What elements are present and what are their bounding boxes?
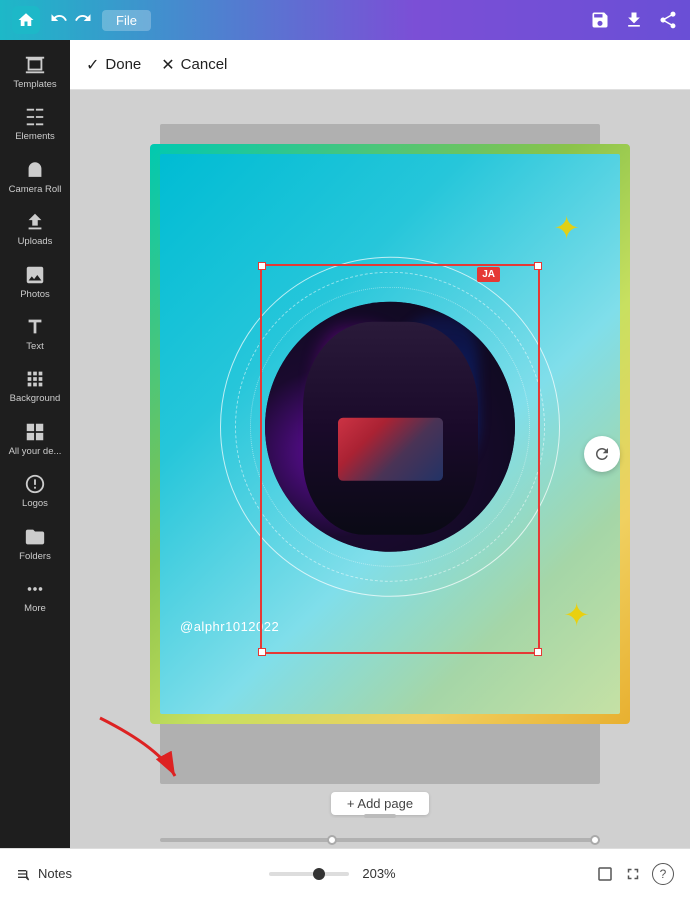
design-inner: ✦ ✦ @alphr1012022	[160, 154, 620, 714]
scroll-thumb-left	[327, 835, 337, 845]
ja-badge: JA	[477, 267, 500, 282]
sidebar-item-all-designs[interactable]: All your de...	[0, 413, 70, 465]
sidebar-item-logos[interactable]: Logos	[0, 465, 70, 517]
sidebar-camera-roll-label: Camera Roll	[9, 184, 62, 195]
canvas-wrapper: ✦ ✦ @alphr1012022 JA + Ad	[70, 90, 690, 818]
save-icon[interactable]	[590, 10, 610, 30]
sidebar-item-text[interactable]: Text	[0, 308, 70, 360]
home-button[interactable]	[12, 6, 40, 34]
sidebar-folders-label: Folders	[19, 551, 51, 562]
sidebar-uploads-label: Uploads	[18, 236, 53, 247]
zoom-slider-wrap	[269, 872, 349, 876]
sidebar-item-photos[interactable]: Photos	[0, 256, 70, 308]
pages-icon[interactable]	[596, 865, 614, 883]
done-button[interactable]: ✓ Done	[86, 55, 141, 75]
sidebar-more-label: More	[24, 603, 46, 614]
file-menu[interactable]: File	[102, 10, 151, 31]
sidebar-item-elements[interactable]: Elements	[0, 98, 70, 150]
x-icon: ✕	[161, 55, 174, 75]
sidebar-item-folders[interactable]: Folders	[0, 518, 70, 570]
check-icon: ✓	[86, 55, 99, 75]
sparkle-top-right: ✦	[553, 209, 580, 247]
sidebar-templates-label: Templates	[13, 79, 56, 90]
username-text: @alphr1012022	[180, 619, 279, 634]
top-bar-left: File	[12, 6, 151, 34]
mask-piece	[338, 417, 443, 481]
design-card[interactable]: ✦ ✦ @alphr1012022	[150, 144, 630, 724]
face-shape	[303, 322, 478, 535]
zoom-slider[interactable]	[269, 872, 349, 876]
undo-button[interactable]	[50, 9, 68, 32]
zoom-slider-thumb[interactable]	[313, 868, 325, 880]
help-button[interactable]: ?	[652, 863, 674, 885]
face-background	[265, 302, 515, 552]
sidebar-elements-label: Elements	[15, 131, 55, 142]
main-canvas-area: ✦ ✦ @alphr1012022 JA + Ad	[70, 40, 690, 848]
sidebar-item-background[interactable]: Background	[0, 360, 70, 412]
fullscreen-icon[interactable]	[624, 865, 642, 883]
canvas-background[interactable]: ✦ ✦ @alphr1012022 JA	[160, 124, 600, 784]
redo-button[interactable]	[74, 9, 92, 32]
sidebar-background-label: Background	[10, 393, 61, 404]
sidebar-logos-label: Logos	[22, 498, 48, 509]
done-label: Done	[105, 56, 141, 73]
top-bar: File	[0, 0, 690, 40]
bottom-bar: Notes 203% ?	[0, 848, 690, 898]
sidebar-text-label: Text	[26, 341, 43, 352]
profile-photo	[265, 302, 515, 552]
cancel-label: Cancel	[181, 56, 228, 73]
download-icon[interactable]	[624, 10, 644, 30]
refresh-button[interactable]	[584, 436, 620, 472]
notes-label: Notes	[38, 866, 72, 881]
zoom-controls: 203%	[269, 866, 399, 881]
sidebar-all-designs-label: All your de...	[9, 446, 62, 457]
circle-rings	[210, 247, 570, 607]
sidebar-item-camera-roll[interactable]: Camera Roll	[0, 151, 70, 203]
drag-handle-bar	[364, 814, 396, 818]
share-icon[interactable]	[658, 10, 678, 30]
sidebar-item-templates[interactable]: Templates	[0, 46, 70, 98]
top-bar-actions	[590, 10, 678, 30]
scroll-thumb-right	[590, 835, 600, 845]
zoom-level: 203%	[359, 866, 399, 881]
undo-redo-group	[50, 9, 92, 32]
sidebar-photos-label: Photos	[20, 289, 50, 300]
sparkle-bottom-right: ✦	[563, 596, 590, 634]
sidebar: Templates Elements Camera Roll Uploads P…	[0, 40, 70, 848]
sidebar-item-more[interactable]: More	[0, 570, 70, 622]
action-bar: ✓ Done ✕ Cancel	[70, 40, 690, 90]
cancel-button[interactable]: ✕ Cancel	[161, 55, 227, 75]
sidebar-item-uploads[interactable]: Uploads	[0, 203, 70, 255]
drag-handle[interactable]	[364, 814, 396, 818]
add-page-button[interactable]: + Add page	[331, 792, 429, 815]
bottom-right-icons: ?	[596, 863, 674, 885]
horizontal-scroll-track[interactable]	[160, 838, 600, 842]
notes-icon	[16, 866, 32, 882]
notes-button[interactable]: Notes	[16, 866, 72, 882]
